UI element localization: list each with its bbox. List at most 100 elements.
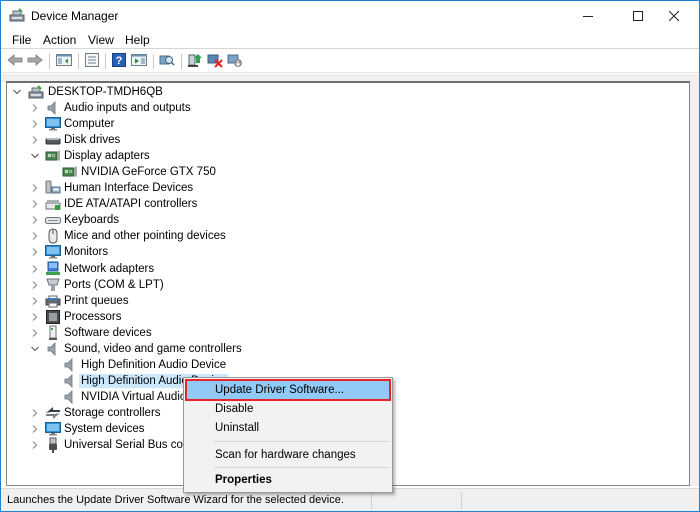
monitor-icon <box>45 116 61 132</box>
chevron-down-icon[interactable] <box>30 148 40 164</box>
menu-file[interactable]: File <box>12 33 31 47</box>
tree-item-label: Ports (COM & LPT) <box>64 278 164 291</box>
device-manager-window: Device Manager File Action View Help ? D… <box>0 0 700 512</box>
chevron-right-icon[interactable] <box>30 325 40 341</box>
display-adapter-icon <box>62 164 78 180</box>
status-text: Launches the Update Driver Software Wiza… <box>7 494 344 506</box>
properties-button[interactable] <box>83 53 101 70</box>
close-button[interactable] <box>651 1 697 31</box>
tree-item-label: Mice and other pointing devices <box>64 230 226 243</box>
menu-view[interactable]: View <box>88 33 114 47</box>
forward-button[interactable] <box>26 53 44 70</box>
tree-category[interactable]: Processors <box>7 309 687 325</box>
chevron-right-icon[interactable] <box>30 212 40 228</box>
help-icon: ? <box>112 53 126 70</box>
tree-category[interactable]: Sound, video and game controllers <box>7 341 687 357</box>
monitor-icon <box>45 244 61 260</box>
tree-category[interactable]: Human Interface Devices <box>7 180 687 196</box>
toolbar: ? <box>1 50 699 73</box>
tree-device[interactable]: NVIDIA GeForce GTX 750 <box>7 164 687 180</box>
mouse-icon <box>45 228 61 244</box>
menu-item-uninstall[interactable]: Uninstall <box>186 418 390 438</box>
tree-root[interactable]: DESKTOP-TMDH6QB <box>7 84 687 100</box>
menu-item-disable[interactable]: Disable <box>186 399 390 419</box>
menu-separator <box>214 441 389 442</box>
action-pane-icon <box>131 53 147 70</box>
svg-text:?: ? <box>116 55 123 67</box>
chevron-right-icon[interactable] <box>30 132 40 148</box>
action-pane-button[interactable] <box>130 53 148 70</box>
toolbar-separator <box>78 54 79 69</box>
update-driver-button[interactable] <box>186 53 204 70</box>
tree-device[interactable]: High Definition Audio Device <box>7 357 687 373</box>
console-tree-icon <box>56 53 72 70</box>
status-divider <box>371 492 372 509</box>
scan-hardware-button[interactable] <box>158 53 176 70</box>
chevron-right-icon[interactable] <box>30 196 40 212</box>
tree-item-label: Processors <box>64 310 122 323</box>
tree-item-label: Sound, video and game controllers <box>64 342 242 355</box>
menu-help[interactable]: Help <box>125 33 150 47</box>
menu-item-update-driver[interactable]: Update Driver Software... <box>185 379 391 401</box>
speaker-icon <box>62 373 78 389</box>
tree-category[interactable]: IDE ATA/ATAPI controllers <box>7 196 687 212</box>
back-arrow-icon <box>7 54 23 69</box>
menu-item-properties[interactable]: Properties <box>186 470 390 490</box>
tree-category[interactable]: Audio inputs and outputs <box>7 100 687 116</box>
tree-item-label: System devices <box>64 423 145 435</box>
chevron-down-icon[interactable] <box>30 341 40 357</box>
back-button[interactable] <box>6 53 24 70</box>
title-bar[interactable]: Device Manager <box>1 1 699 31</box>
hid-icon <box>45 180 61 196</box>
chevron-down-icon[interactable] <box>12 84 22 100</box>
device-manager-icon <box>9 8 25 22</box>
port-icon <box>45 277 61 293</box>
tree-category[interactable]: Mice and other pointing devices <box>7 228 687 244</box>
chevron-right-icon[interactable] <box>30 437 40 453</box>
chevron-right-icon[interactable] <box>30 244 40 260</box>
tree-category[interactable]: Computer <box>7 116 687 132</box>
chevron-right-icon[interactable] <box>30 293 40 309</box>
tree-category[interactable]: Network adapters <box>7 261 687 277</box>
menu-item-scan-hardware[interactable]: Scan for hardware changes <box>186 445 390 465</box>
ide-controller-icon <box>45 196 61 212</box>
keyboard-icon <box>45 212 61 228</box>
speaker-icon <box>62 389 78 405</box>
tree-category[interactable]: Monitors <box>7 244 687 260</box>
tree-category[interactable]: Print queues <box>7 293 687 309</box>
disable-device-button[interactable] <box>226 53 244 70</box>
speaker-icon <box>62 357 78 373</box>
help-button[interactable]: ? <box>110 53 128 70</box>
chevron-right-icon[interactable] <box>30 228 40 244</box>
uninstall-device-button[interactable] <box>206 53 224 70</box>
status-divider <box>461 492 462 509</box>
tree-item-label: Human Interface Devices <box>64 182 194 195</box>
chevron-right-icon[interactable] <box>30 100 40 116</box>
console-tree-button[interactable] <box>55 53 73 70</box>
tree-item-label: NVIDIA GeForce GTX 750 <box>81 166 216 179</box>
menu-separator <box>214 467 389 468</box>
window-title: Device Manager <box>31 9 119 23</box>
chevron-right-icon[interactable] <box>30 180 40 196</box>
menu-action[interactable]: Action <box>43 33 76 47</box>
tree-category[interactable]: Software devices <box>7 325 687 341</box>
chevron-right-icon[interactable] <box>30 405 40 421</box>
processor-icon <box>45 309 61 325</box>
speaker-icon <box>45 100 61 116</box>
usb-icon <box>45 437 61 454</box>
tree-category[interactable]: Keyboards <box>7 212 687 228</box>
chevron-right-icon[interactable] <box>30 116 40 132</box>
tree-category[interactable]: Display adapters <box>7 148 687 164</box>
chevron-right-icon[interactable] <box>30 309 40 325</box>
chevron-right-icon[interactable] <box>30 421 40 437</box>
tree-category[interactable]: Disk drives <box>7 132 687 148</box>
chevron-right-icon[interactable] <box>30 277 40 293</box>
update-driver-icon <box>187 52 203 71</box>
minimize-button[interactable] <box>565 1 611 31</box>
tree-category[interactable]: Ports (COM & LPT) <box>7 277 687 293</box>
tree-item-label: Display adapters <box>64 150 150 163</box>
chevron-right-icon[interactable] <box>30 261 40 277</box>
disk-drive-icon <box>45 132 61 148</box>
menu-bar: File Action View Help <box>1 31 699 49</box>
context-menu: Update Driver Software... Disable Uninst… <box>183 377 393 493</box>
